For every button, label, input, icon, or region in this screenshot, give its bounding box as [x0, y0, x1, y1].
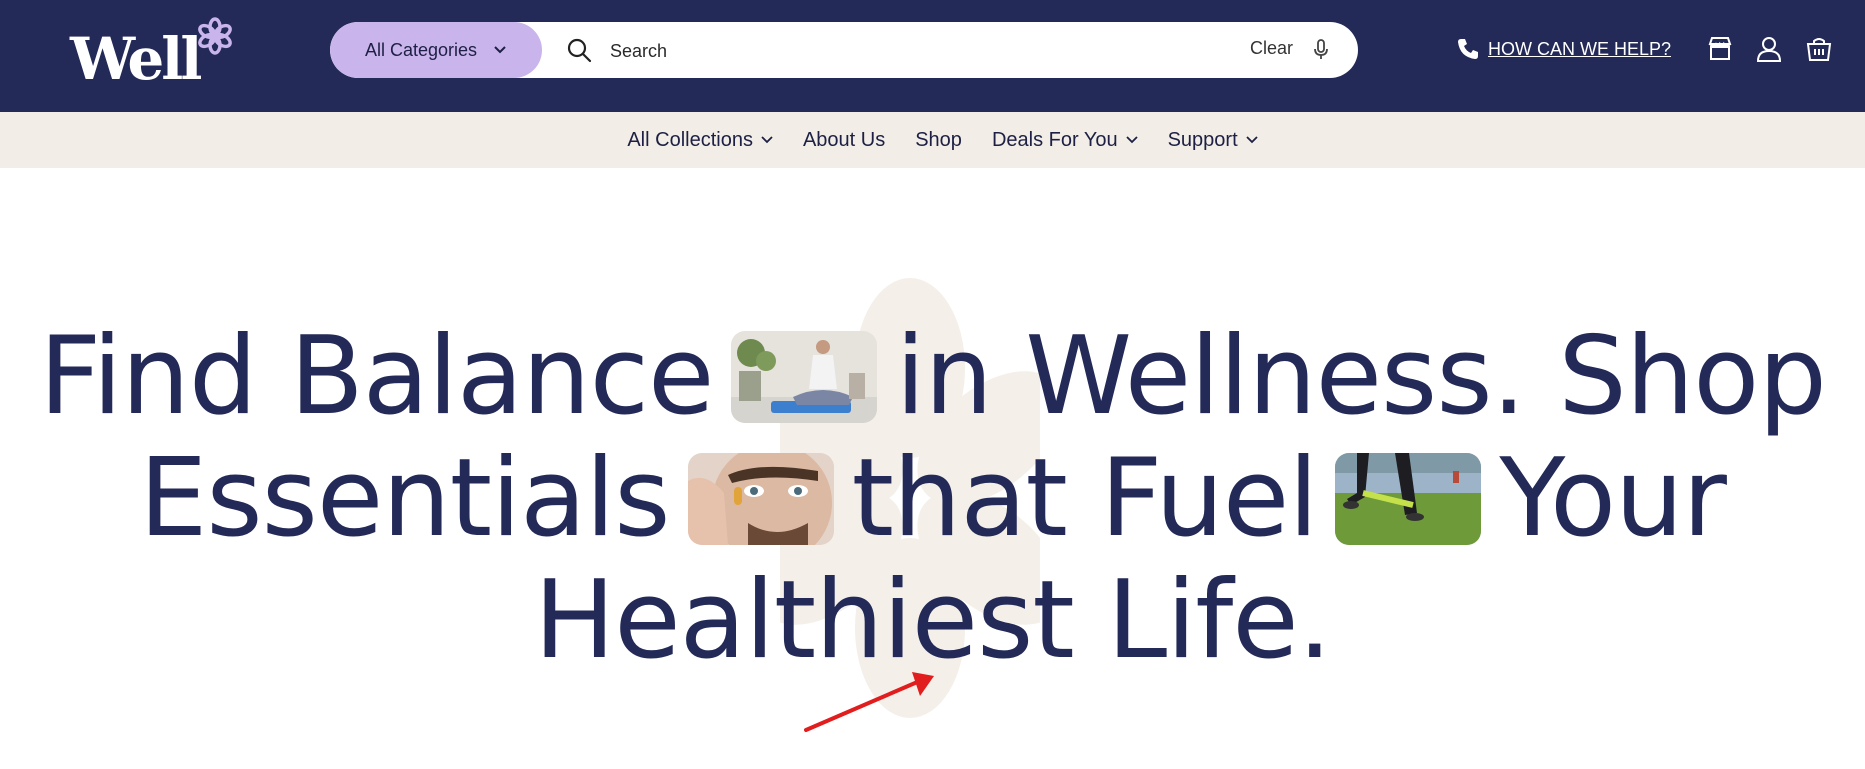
category-label: All Categories — [364, 39, 478, 60]
headline-text: that Fuel — [851, 436, 1319, 561]
chevron-down-icon — [1246, 136, 1258, 144]
headline-text: Find Balance — [39, 314, 714, 439]
well-logo[interactable]: Well — [70, 14, 235, 94]
store-icon[interactable] — [1708, 36, 1732, 62]
nav-deals-for-you[interactable]: Deals For You — [992, 129, 1138, 152]
supplement-capsule-photo — [687, 453, 834, 545]
headline-text: in Wellness. Shop — [895, 314, 1826, 439]
chevron-down-icon — [494, 46, 506, 54]
nav-label: Deals For You — [991, 128, 1118, 151]
hero-headline: Find Balance in Wellness. Shop Essential… — [0, 316, 1865, 682]
logo-text: Well — [70, 25, 202, 93]
search-input[interactable] — [608, 32, 1152, 70]
main-navigation: All Collections About Us Shop Deals For … — [0, 112, 1865, 168]
help-link[interactable]: HOW CAN WE HELP? — [1456, 37, 1671, 61]
headline-text: Your — [1499, 436, 1727, 561]
phone-icon — [1458, 39, 1478, 59]
hero-section: Find Balance in Wellness. Shop Essential… — [0, 168, 1865, 769]
headline-line-2: Essentials that Fuel Your — [0, 438, 1865, 560]
nav-shop[interactable]: Shop — [915, 129, 962, 152]
headline-line-3: Healthiest Life. — [0, 560, 1865, 682]
help-link-text: HOW CAN WE HELP? — [1488, 38, 1672, 59]
meditation-photo — [731, 331, 878, 423]
nav-label: Shop — [915, 128, 962, 151]
nav-label: About Us — [802, 128, 886, 151]
chevron-down-icon — [1125, 136, 1138, 144]
headline-text: Healthiest Life. — [533, 558, 1332, 683]
account-icon[interactable] — [1756, 36, 1782, 62]
cart-icon[interactable] — [1806, 36, 1832, 62]
nav-about-us[interactable]: About Us — [803, 129, 885, 152]
red-arrow-annotation — [804, 672, 934, 732]
resistance-band-photo — [1335, 453, 1482, 545]
headline-text: Essentials — [139, 436, 670, 561]
search-icon — [567, 38, 592, 63]
clear-button[interactable]: Clear — [1250, 38, 1293, 59]
search-bar: All Categories Clear — [330, 22, 1358, 78]
flower-icon — [198, 17, 233, 55]
nav-all-collections[interactable]: All Collections — [627, 129, 773, 152]
headline-line-1: Find Balance in Wellness. Shop — [0, 316, 1865, 438]
microphone-icon[interactable] — [1312, 38, 1330, 62]
nav-support[interactable]: Support — [1168, 129, 1258, 152]
nav-label: Support — [1167, 128, 1238, 151]
all-categories-dropdown[interactable]: All Categories — [330, 22, 542, 78]
nav-label: All Collections — [627, 128, 753, 151]
top-header: Well All Categories Clear — [0, 0, 1865, 112]
chevron-down-icon — [761, 136, 773, 144]
